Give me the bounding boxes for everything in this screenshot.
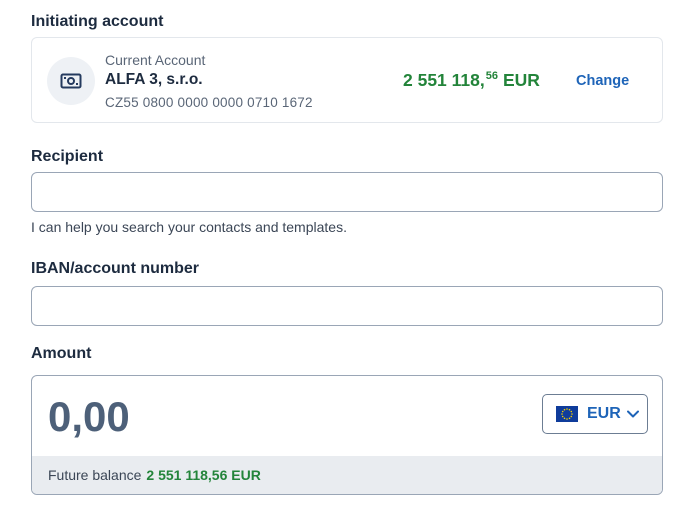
balance-decimals: 56 [485, 70, 498, 82]
initiating-account-label: Initiating account [31, 13, 164, 30]
future-balance-value: 2 551 118,56 EUR [146, 467, 261, 483]
recipient-input[interactable] [31, 172, 663, 212]
eu-flag-icon [556, 406, 578, 422]
balance-main: 2 551 118, [403, 70, 485, 90]
account-balance: 2 551 118,56 EUR [403, 70, 540, 91]
initiating-account-card: Current Account ALFA 3, s.r.o. CZ55 0800… [31, 37, 663, 123]
iban-input[interactable] [31, 286, 663, 326]
currency-select[interactable]: EUR [542, 394, 648, 434]
balance-currency: EUR [503, 70, 540, 90]
account-name: ALFA 3, s.r.o. [105, 71, 203, 88]
iban-label: IBAN/account number [31, 260, 200, 277]
amount-label: Amount [31, 345, 92, 362]
amount-field[interactable]: 0,00 EUR Future balance 2 551 118,56 EUR [31, 375, 663, 495]
account-type: Current Account [105, 52, 206, 68]
chevron-down-icon [626, 405, 639, 423]
amount-value[interactable]: 0,00 [48, 393, 130, 441]
currency-label: EUR [587, 405, 621, 422]
account-iban: CZ55 0800 0000 0000 0710 1672 [105, 95, 313, 110]
future-balance-bar: Future balance 2 551 118,56 EUR [32, 456, 662, 494]
recipient-helper-text: I can help you search your contacts and … [31, 219, 347, 235]
recipient-label: Recipient [31, 148, 104, 165]
banknote-icon [47, 57, 95, 105]
change-account-button[interactable]: Change [576, 73, 629, 89]
future-balance-label: Future balance [48, 467, 142, 483]
